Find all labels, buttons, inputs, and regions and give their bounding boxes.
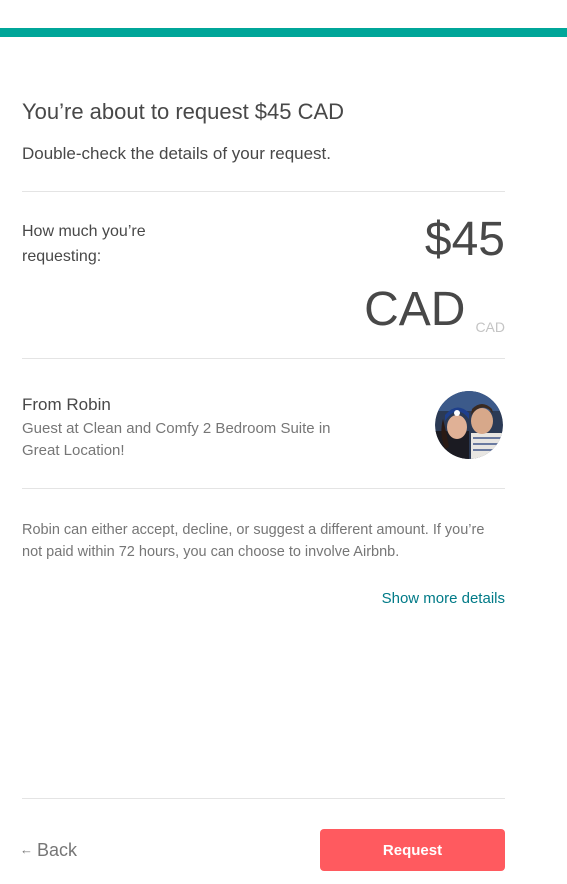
amount-currency-row: CAD CAD	[364, 282, 505, 338]
arrow-left-icon: ←	[20, 842, 33, 857]
divider	[22, 798, 505, 799]
guest-name: From Robin	[22, 395, 111, 414]
divider	[22, 358, 505, 359]
guest-photo-icon	[435, 391, 503, 459]
avatar	[435, 391, 503, 459]
divider	[22, 488, 505, 489]
amount-value: $45	[424, 213, 505, 266]
page-subtitle: Double-check the details of your request…	[22, 144, 332, 163]
amount-currency-code: CAD	[475, 319, 505, 335]
show-more-details-link[interactable]: Show more details	[382, 587, 505, 611]
amount-label: How much you’re requesting:	[22, 223, 146, 265]
back-button[interactable]: ← Back	[20, 837, 77, 863]
page-title: You’re about to request $45 CAD	[22, 99, 345, 124]
divider	[22, 191, 505, 192]
guest-description: Guest at Clean and Comfy 2 Bedroom Suite…	[22, 420, 331, 459]
request-note: Robin can either accept, decline, or sug…	[22, 522, 485, 560]
top-accent-bar	[0, 28, 567, 37]
amount-currency: CAD	[364, 283, 466, 336]
back-label: Back	[37, 840, 78, 860]
request-button[interactable]: Request	[320, 829, 505, 871]
